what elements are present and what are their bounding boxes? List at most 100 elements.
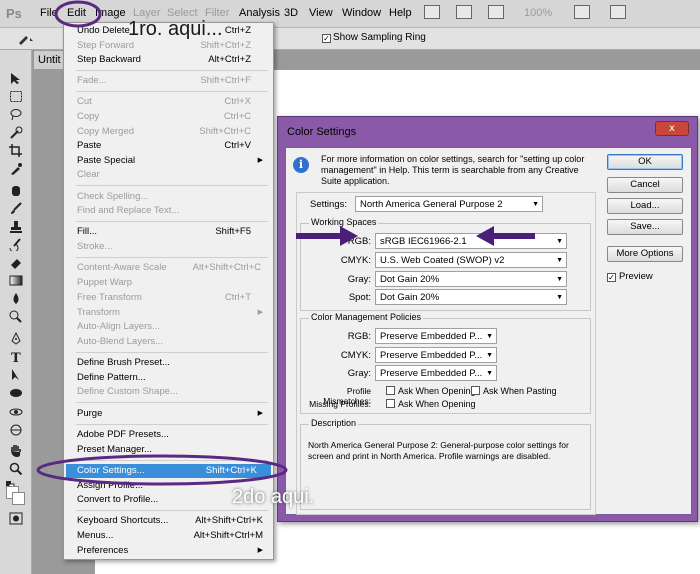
menu-edit[interactable]: Edit [67, 7, 86, 19]
menu-file[interactable]: File [40, 7, 58, 19]
path-selection-tool-icon[interactable] [9, 368, 23, 381]
crop-tool-icon[interactable] [9, 144, 23, 157]
eyedropper-tool-icon[interactable] [16, 32, 36, 46]
history-brush-tool-icon[interactable] [9, 238, 23, 253]
eyedropper-icon[interactable] [9, 162, 23, 175]
eraser-tool-icon[interactable] [9, 256, 23, 269]
menu-item-check-spelling[interactable]: Check Spelling... [77, 190, 263, 204]
dropdown-arrow-icon: ▼ [486, 333, 493, 340]
ok-button[interactable]: OK [607, 154, 683, 170]
ask-when-opening-option[interactable]: Ask When Opening [386, 386, 476, 396]
menu-item-find-replace[interactable]: Find and Replace Text... [77, 204, 263, 218]
menu-item-menus[interactable]: Menus... Alt+Shift+Ctrl+M [77, 529, 263, 543]
hand-icon[interactable] [574, 5, 590, 19]
menu-item-paste[interactable]: Paste Ctrl+V [77, 139, 263, 153]
rgb-label: RGB: [347, 236, 371, 247]
menu-item-keyboard-shortcuts[interactable]: Keyboard Shortcuts... Alt+Shift+Ctrl+K [77, 514, 263, 528]
menu-item-step-backward[interactable]: Step Backward Alt+Ctrl+Z [77, 53, 263, 67]
blur-tool-icon[interactable] [9, 292, 23, 305]
color-policies-title: Color Management Policies [309, 312, 424, 322]
preview-checkbox[interactable]: ✓ [607, 273, 616, 282]
menu-item-preferences[interactable]: Preferences ▶ [77, 544, 263, 558]
lasso-tool-icon[interactable] [9, 108, 23, 121]
cmyk-working-space-select[interactable]: U.S. Web Coated (SWOP) v2 ▼ [375, 252, 567, 268]
menu-item-define-pattern[interactable]: Define Pattern... [77, 371, 263, 385]
menu-item-clear[interactable]: Clear [77, 168, 263, 182]
menu-item-label: Assign Profile... [77, 480, 143, 491]
menu-item-purge[interactable]: Purge ▶ [77, 407, 263, 421]
3d-orbit-tool-icon[interactable] [9, 424, 23, 437]
menu-analysis[interactable]: Analysis [239, 7, 280, 19]
zoom-level[interactable]: 100% [524, 7, 552, 19]
menu-item-fade[interactable]: Fade... Shift+Ctrl+F [77, 74, 263, 88]
type-tool-icon[interactable]: T [9, 350, 23, 366]
menu-item-label: Fill... [77, 226, 98, 237]
menu-item-define-brush[interactable]: Define Brush Preset... [77, 356, 263, 370]
quick-select-tool-icon[interactable] [9, 126, 23, 139]
more-options-button[interactable]: More Options [607, 246, 683, 262]
quick-mask-icon[interactable] [9, 512, 23, 525]
menu-item-paste-special[interactable]: Paste Special ▶ [77, 154, 263, 168]
menu-item-step-forward[interactable]: Step Forward Shift+Ctrl+Z [77, 39, 263, 53]
menu-item-copy-merged[interactable]: Copy Merged Shift+Ctrl+C [77, 125, 263, 139]
menu-window[interactable]: Window [342, 7, 381, 19]
policy-rgb-select[interactable]: Preserve Embedded P... ▼ [375, 328, 497, 344]
menu-item-fill[interactable]: Fill... Shift+F5 [77, 225, 263, 239]
hand-tool-icon[interactable] [9, 444, 23, 457]
menu-item-content-aware-scale[interactable]: Content-Aware Scale Alt+Shift+Ctrl+C [77, 261, 263, 275]
menu-item-define-custom-shape[interactable]: Define Custom Shape... [77, 385, 263, 399]
zoom-tool-icon[interactable] [9, 462, 23, 476]
missing-ask-opening-checkbox[interactable] [386, 399, 395, 408]
rgb-working-space-select[interactable]: sRGB IEC61966-2.1 ▼ [375, 233, 567, 249]
gray-working-space-select[interactable]: Dot Gain 20% ▼ [375, 271, 567, 287]
background-color-swatch[interactable] [12, 492, 25, 505]
dodge-tool-icon[interactable] [9, 310, 23, 323]
sampling-checkbox[interactable]: ✓ [322, 34, 331, 43]
menu-item-copy[interactable]: Copy Ctrl+C [77, 110, 263, 124]
3d-rotate-tool-icon[interactable] [9, 406, 23, 419]
arrange-documents-icon[interactable] [610, 5, 626, 19]
menu-3d[interactable]: 3D [284, 7, 298, 19]
load-button[interactable]: Load... [607, 198, 683, 214]
minibridge-icon[interactable] [456, 5, 472, 19]
shape-tool-icon[interactable] [9, 386, 23, 399]
preview-option[interactable]: ✓ Preview [607, 271, 653, 282]
gradient-tool-icon[interactable] [9, 274, 23, 287]
menu-image[interactable]: Image [95, 7, 126, 19]
show-sampling-ring-option[interactable]: ✓ Show Sampling Ring [322, 32, 426, 43]
pen-tool-icon[interactable] [9, 331, 23, 345]
menu-item-transform[interactable]: Transform ▶ [77, 306, 263, 320]
description-title: Description [309, 418, 359, 428]
ask-when-pasting-option[interactable]: Ask When Pasting [471, 386, 557, 396]
view-extras-icon[interactable] [488, 5, 504, 19]
marquee-tool-icon[interactable] [9, 90, 23, 103]
brush-tool-icon[interactable] [9, 202, 23, 215]
menu-item-pdf-presets[interactable]: Adobe PDF Presets... [77, 428, 263, 442]
spot-working-space-select[interactable]: Dot Gain 20% ▼ [375, 289, 567, 305]
settings-select[interactable]: North America General Purpose 2 ▼ [355, 196, 543, 212]
policy-cmyk-select[interactable]: Preserve Embedded P... ▼ [375, 347, 497, 363]
menu-separator [76, 424, 268, 425]
menu-item-color-settings[interactable]: Color Settings... Shift+Ctrl+K [66, 464, 271, 478]
menu-item-preset-manager[interactable]: Preset Manager... [77, 443, 263, 457]
menu-item-puppet-warp[interactable]: Puppet Warp [77, 276, 263, 290]
move-tool-icon[interactable] [9, 72, 23, 85]
ask-pasting-checkbox[interactable] [471, 386, 480, 395]
cancel-button[interactable]: Cancel [607, 177, 683, 193]
clone-stamp-tool-icon[interactable] [9, 220, 23, 233]
menu-item-free-transform[interactable]: Free Transform Ctrl+T [77, 291, 263, 305]
healing-brush-tool-icon[interactable] [9, 184, 23, 197]
menu-item-label: Find and Replace Text... [77, 205, 180, 216]
menu-item-cut[interactable]: Cut Ctrl+X [77, 95, 263, 109]
ask-opening-checkbox[interactable] [386, 386, 395, 395]
save-button[interactable]: Save... [607, 219, 683, 235]
menu-item-stroke[interactable]: Stroke... [77, 240, 263, 254]
bridge-icon[interactable] [424, 5, 440, 19]
menu-item-auto-align[interactable]: Auto-Align Layers... [77, 320, 263, 334]
policy-gray-select[interactable]: Preserve Embedded P... ▼ [375, 365, 497, 381]
menu-help[interactable]: Help [389, 7, 412, 19]
menu-item-auto-blend[interactable]: Auto-Blend Layers... [77, 335, 263, 349]
close-button[interactable]: x [655, 121, 689, 136]
missing-ask-opening-option[interactable]: Ask When Opening [386, 399, 476, 409]
menu-view[interactable]: View [309, 7, 333, 19]
